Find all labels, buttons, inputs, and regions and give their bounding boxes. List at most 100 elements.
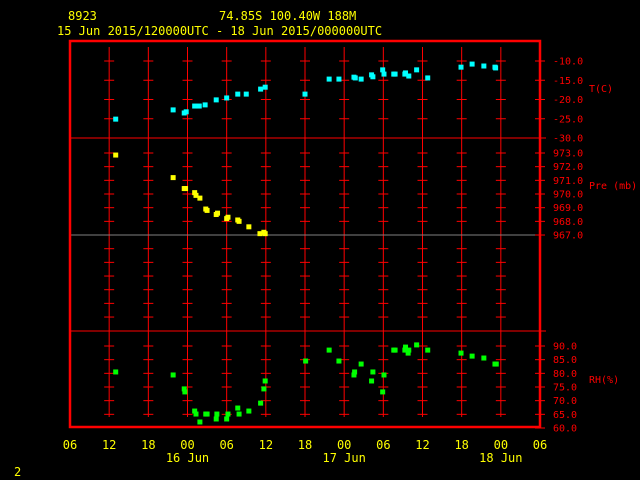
data-point bbox=[352, 75, 358, 81]
data-point bbox=[170, 175, 176, 181]
y-tick-label: -10.0 bbox=[553, 57, 583, 68]
data-point bbox=[235, 91, 241, 97]
data-point bbox=[370, 74, 376, 80]
data-point bbox=[336, 358, 342, 364]
data-point bbox=[370, 369, 376, 375]
data-point bbox=[170, 107, 176, 113]
y-axis-title: RH(%) bbox=[589, 375, 619, 386]
data-point bbox=[197, 195, 203, 201]
data-point bbox=[236, 218, 242, 224]
data-point bbox=[406, 347, 412, 353]
y-tick-label: -20.0 bbox=[553, 95, 583, 106]
y-tick-label: 90.0 bbox=[553, 342, 577, 353]
y-tick-label: 973.0 bbox=[553, 149, 583, 160]
y-tick-label: 972.0 bbox=[553, 162, 583, 173]
x-tick-label: 12 bbox=[102, 438, 116, 452]
data-point bbox=[197, 419, 203, 425]
data-point bbox=[381, 71, 387, 77]
data-point bbox=[414, 67, 420, 73]
data-point bbox=[204, 411, 210, 417]
x-tick-label: 18 bbox=[298, 438, 312, 452]
data-point bbox=[469, 61, 475, 67]
data-point bbox=[182, 389, 188, 395]
data-point bbox=[425, 75, 431, 81]
data-point bbox=[493, 361, 499, 367]
data-point bbox=[196, 103, 202, 109]
y-tick-label: 75.0 bbox=[553, 382, 577, 393]
x-tick-label: 18 bbox=[141, 438, 155, 452]
data-point bbox=[204, 207, 210, 213]
data-point bbox=[336, 76, 342, 82]
data-point bbox=[243, 91, 249, 97]
y-tick-label: -15.0 bbox=[553, 76, 583, 87]
data-point bbox=[262, 231, 268, 237]
data-marks bbox=[113, 61, 499, 425]
y-tick-label: 968.0 bbox=[553, 217, 583, 228]
y-tick-label: 971.0 bbox=[553, 176, 583, 187]
data-point bbox=[113, 152, 119, 158]
station-location: 74.85S 100.40W 188M bbox=[219, 9, 356, 23]
data-point bbox=[493, 65, 499, 71]
y-tick-label: 70.0 bbox=[553, 396, 577, 407]
data-point bbox=[406, 73, 412, 79]
data-point bbox=[262, 84, 268, 90]
data-point bbox=[369, 378, 375, 384]
y-tick-label: 80.0 bbox=[553, 369, 577, 380]
data-point bbox=[481, 355, 487, 361]
meteogram-chart: 8923 74.85S 100.40W 188M 15 Jun 2015/120… bbox=[14, 9, 637, 479]
y-tick-label: 967.0 bbox=[553, 231, 583, 242]
data-point bbox=[351, 372, 357, 378]
data-point bbox=[202, 102, 208, 108]
data-point bbox=[392, 347, 398, 353]
y-tick-label: -25.0 bbox=[553, 114, 583, 125]
data-point bbox=[414, 342, 420, 348]
data-point bbox=[193, 411, 199, 417]
x-tick-label: 00 bbox=[494, 438, 508, 452]
data-point bbox=[170, 372, 176, 378]
data-point bbox=[224, 416, 230, 422]
y-tick-label: 969.0 bbox=[553, 203, 583, 214]
data-point bbox=[380, 389, 386, 395]
data-point bbox=[236, 411, 242, 417]
data-point bbox=[213, 416, 219, 422]
y-tick-label: 85.0 bbox=[553, 355, 577, 366]
data-point bbox=[215, 210, 221, 216]
data-point bbox=[113, 369, 119, 375]
data-point bbox=[302, 91, 308, 97]
data-point bbox=[183, 109, 189, 115]
data-point bbox=[225, 411, 231, 417]
data-point bbox=[183, 186, 189, 192]
data-point bbox=[258, 86, 264, 92]
data-point bbox=[225, 214, 231, 220]
y-tick-label: -30.0 bbox=[553, 134, 583, 145]
data-point bbox=[214, 411, 220, 417]
x-tick-label: 00 bbox=[337, 438, 351, 452]
time-range: 15 Jun 2015/120000UTC - 18 Jun 2015/0000… bbox=[57, 24, 382, 38]
data-point bbox=[458, 350, 464, 356]
data-point bbox=[425, 347, 431, 353]
axis-labels: -10.0 -15.0 -20.0 -25.0 -30.0 T(C) 973.0 972.0 9… bbox=[63, 57, 637, 466]
data-point bbox=[262, 378, 268, 384]
y-tick-label: 65.0 bbox=[553, 410, 577, 421]
data-point bbox=[261, 386, 267, 392]
data-point bbox=[235, 405, 241, 411]
x-date-label: 17 Jun bbox=[322, 451, 365, 465]
data-point bbox=[326, 347, 332, 353]
data-point bbox=[381, 372, 387, 378]
data-point bbox=[392, 71, 398, 77]
data-point bbox=[326, 76, 332, 82]
data-point bbox=[258, 400, 264, 406]
y-axis-title: Pre (mb) bbox=[589, 181, 637, 192]
x-tick-label: 06 bbox=[63, 438, 77, 452]
data-point bbox=[358, 76, 364, 82]
grid bbox=[68, 39, 546, 429]
data-point bbox=[213, 97, 219, 103]
data-point bbox=[358, 361, 364, 367]
station-id: 8923 bbox=[68, 9, 97, 23]
page-number: 2 bbox=[14, 465, 21, 479]
data-point bbox=[192, 103, 198, 109]
x-tick-label: 06 bbox=[219, 438, 233, 452]
data-point bbox=[224, 95, 230, 101]
data-point bbox=[246, 408, 252, 414]
x-date-label: 18 Jun bbox=[479, 451, 522, 465]
